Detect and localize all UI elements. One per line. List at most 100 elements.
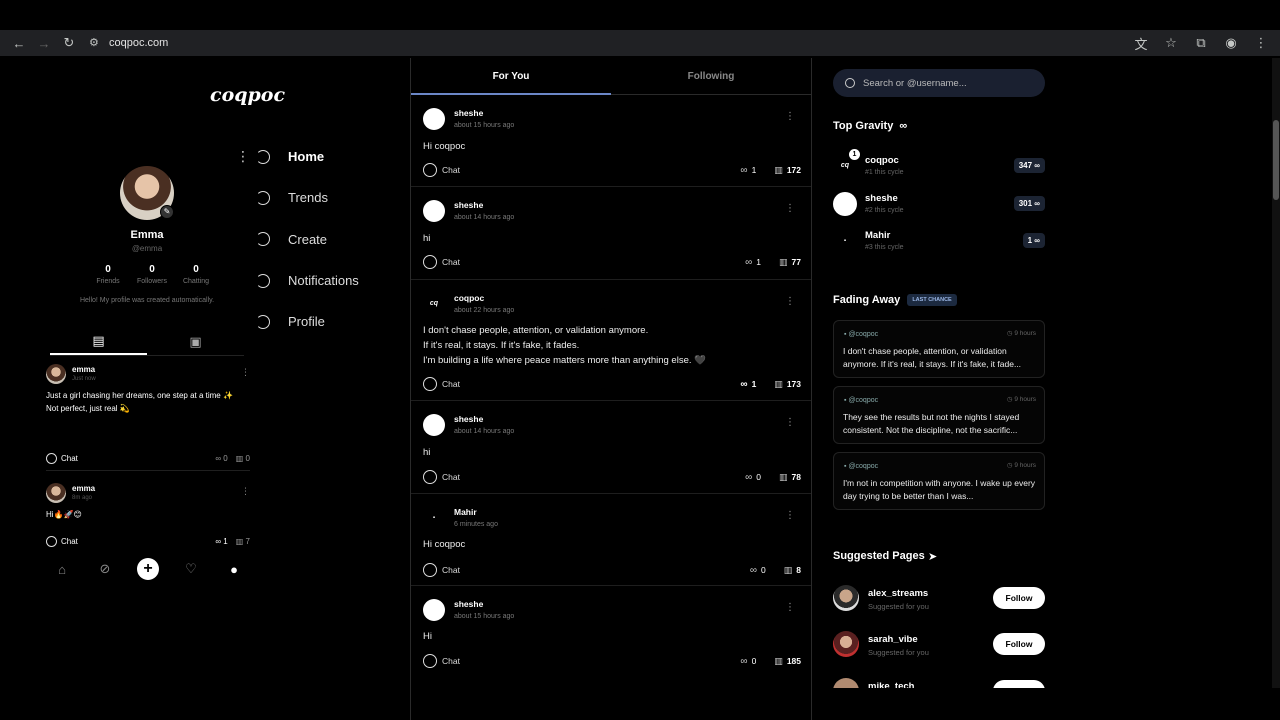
more-options-icon[interactable]: ⋮ (785, 602, 795, 613)
search-bar[interactable] (833, 69, 1045, 97)
post-author[interactable]: emma (72, 365, 95, 374)
bookmark-star-icon[interactable]: ☆ (1160, 32, 1182, 54)
post-author[interactable]: emma (72, 484, 95, 493)
gravity-count[interactable]: ∞ 1 (745, 257, 761, 268)
more-options-icon[interactable]: ⋮ (785, 296, 795, 307)
more-options-icon[interactable]: ⋮ (241, 486, 250, 497)
menu-item-profile[interactable]: Profile (236, 301, 359, 342)
gravity-name[interactable]: coqpoc (865, 155, 899, 166)
chat-button[interactable]: Chat (423, 377, 460, 391)
more-options-icon[interactable]: ⋮ (241, 367, 250, 378)
follow-button[interactable]: Follow (993, 633, 1045, 655)
gravity-name[interactable]: Mahir (865, 230, 890, 241)
chat-button[interactable]: Chat (46, 453, 78, 464)
gravity-count[interactable]: ∞ 1 (740, 165, 756, 176)
feed-post[interactable]: sheshe about 14 hours ago ⋮ hi Chat ∞ 0 ▥… (411, 401, 811, 494)
suggested-name[interactable]: sarah_vibe (868, 634, 918, 645)
chat-button[interactable]: Chat (46, 536, 78, 547)
suggested-item[interactable]: mike_tech (833, 678, 1045, 688)
more-options-icon[interactable]: ⋮ (785, 510, 795, 521)
chat-button[interactable]: Chat (423, 563, 460, 577)
media-tab-icon[interactable]: ▣ (147, 328, 244, 355)
suggested-name[interactable]: alex_streams (868, 588, 928, 599)
gravity-item[interactable]: sheshe #2 this cycle 301 ∞ (833, 190, 1045, 220)
avatar[interactable] (423, 108, 445, 130)
profile-post[interactable]: emma Just now ⋮ Just a girl chasing her … (46, 364, 250, 464)
post-author[interactable]: Mahir (454, 507, 477, 517)
menu-item-create[interactable]: Create (236, 219, 359, 260)
chat-button[interactable]: Chat (423, 163, 460, 177)
browser-menu-icon[interactable]: ⋮ (1250, 32, 1272, 54)
explore-compass-icon[interactable]: ⊘ (94, 558, 116, 580)
translate-icon[interactable]: 文 (1130, 32, 1152, 54)
gravity-item[interactable]: ▪ Mahir #3 this cycle 1 ∞ (833, 227, 1045, 257)
page-scrollbar[interactable] (1272, 58, 1280, 688)
chat-button[interactable]: Chat (423, 470, 460, 484)
follow-button[interactable]: Follow (993, 587, 1045, 609)
suggested-item[interactable]: alex_streams Suggested for you Follow (833, 585, 1045, 619)
post-author[interactable]: sheshe (454, 414, 483, 424)
site-info-icon[interactable]: ⚙ (89, 36, 103, 50)
address-bar[interactable]: ⚙ coqpoc.com (89, 36, 168, 50)
menu-item-home[interactable]: ⋮ Home (236, 136, 359, 177)
gravity-count[interactable]: ∞ 0 (740, 656, 756, 667)
feed-post[interactable]: ▪ Mahir 6 minutes ago ⋮ Hi coqpoc Chat ∞… (411, 494, 811, 586)
gravity-count[interactable]: ∞ 1 (740, 379, 756, 390)
avatar[interactable] (833, 585, 859, 611)
gravity-count[interactable]: ∞ 0 (215, 454, 227, 463)
posts-tab-icon[interactable]: ▤ (50, 328, 147, 355)
gravity-item[interactable]: cq 1 coqpoc #1 this cycle 347 ∞ (833, 149, 1045, 182)
post-author[interactable]: sheshe (454, 108, 483, 118)
gravity-count[interactable]: ∞ 0 (750, 565, 766, 576)
avatar[interactable] (833, 678, 859, 688)
chat-button[interactable]: Chat (423, 255, 460, 269)
gravity-count[interactable]: ∞ 0 (745, 472, 761, 483)
post-author[interactable]: coqpoc (454, 293, 484, 303)
back-icon[interactable]: ← (8, 32, 30, 54)
home-icon[interactable]: ⌂ (51, 558, 73, 580)
avatar[interactable] (423, 200, 445, 222)
scrollbar-thumb[interactable] (1273, 120, 1279, 200)
heart-icon[interactable]: ♡ (180, 558, 202, 580)
suggested-item[interactable]: sarah_vibe Suggested for you Follow (833, 631, 1045, 665)
more-options-icon[interactable]: ⋮ (785, 111, 795, 122)
avatar[interactable]: ▪ (423, 507, 445, 529)
avatar[interactable] (46, 483, 66, 503)
feed-post[interactable]: sheshe about 14 hours ago ⋮ hi Chat ∞ 1 ▥… (411, 187, 811, 280)
avatar[interactable] (423, 414, 445, 436)
reload-icon[interactable]: ↻ (58, 32, 80, 54)
more-options-icon[interactable]: ⋮ (785, 203, 795, 214)
search-input[interactable] (863, 77, 1023, 89)
feed-post[interactable]: sheshe about 15 hours ago ⋮ Hi coqpoc Ch… (411, 95, 811, 187)
chat-button[interactable]: Chat (423, 654, 460, 668)
feed-post[interactable]: cq coqpoc about 22 hours ago ⋮ I don't c… (411, 280, 811, 401)
follow-button[interactable] (993, 680, 1045, 688)
suggested-name[interactable]: mike_tech (868, 681, 914, 688)
fading-card[interactable]: ▪ @coqpoc ◷ 9 hours They see the results… (833, 386, 1045, 444)
menu-item-notifications[interactable]: Notifications (236, 260, 359, 301)
avatar[interactable]: cq (423, 293, 445, 315)
fading-card[interactable]: ▪ @coqpoc ◷ 9 hours I'm not in competiti… (833, 452, 1045, 510)
menu-dots-icon[interactable]: ⋮ (236, 148, 250, 165)
more-options-icon[interactable]: ⋮ (785, 417, 795, 428)
tab-following[interactable]: Following (611, 58, 811, 94)
edit-avatar-icon[interactable]: ✎ (160, 205, 174, 219)
stat-friends[interactable]: 0 Friends (86, 264, 130, 285)
avatar[interactable] (833, 631, 859, 657)
account-icon[interactable]: ◉ (1220, 32, 1242, 54)
profile-person-icon[interactable]: ● (223, 558, 245, 580)
avatar[interactable] (46, 364, 66, 384)
gravity-name[interactable]: sheshe (865, 193, 898, 204)
post-author[interactable]: sheshe (454, 599, 483, 609)
menu-item-trends[interactable]: Trends (236, 177, 359, 218)
create-plus-icon[interactable]: + (137, 558, 159, 580)
avatar[interactable] (833, 192, 857, 216)
url-text[interactable]: coqpoc.com (109, 37, 168, 49)
gravity-count[interactable]: ∞ 1 (215, 537, 227, 546)
profile-post[interactable]: emma 8m ago ⋮ Hi🔥🚀😊 Chat ∞ 1 ▥ 7 (46, 483, 250, 553)
avatar[interactable] (423, 599, 445, 621)
feed-post[interactable]: sheshe about 15 hours ago ⋮ Hi Chat ∞ 0 ▥… (411, 586, 811, 682)
stat-chatting[interactable]: 0 Chatting (174, 264, 218, 285)
tab-for-you[interactable]: For You (411, 58, 611, 95)
stat-followers[interactable]: 0 Followers (130, 264, 174, 285)
